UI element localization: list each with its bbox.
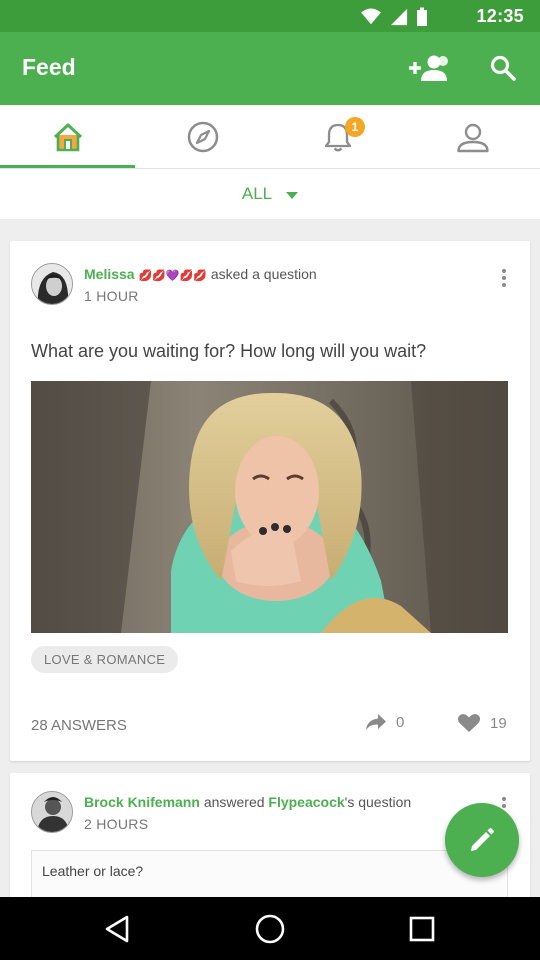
tab-bar: 1 <box>0 105 540 169</box>
chevron-down-icon <box>286 191 299 199</box>
author-name[interactable]: Brock Knifemann <box>84 794 200 810</box>
avatar-image <box>32 264 72 304</box>
more-vert-icon <box>502 797 506 801</box>
profile-icon <box>456 123 489 152</box>
author-name[interactable]: Melissa <box>84 266 135 282</box>
filter-label: ALL <box>241 184 273 203</box>
tab-home[interactable] <box>0 105 135 168</box>
answers-count[interactable]: 28 ANSWERS <box>31 717 127 734</box>
post-time: 2 HOURS <box>84 816 149 832</box>
compass-icon <box>187 121 218 152</box>
recents-icon <box>409 916 435 942</box>
signal-icon <box>390 8 408 26</box>
tab-active-indicator <box>0 165 135 168</box>
search-button[interactable] <box>480 46 526 90</box>
question-owner-name[interactable]: Flypeacock <box>268 794 344 810</box>
app-bar: Feed <box>0 32 540 105</box>
share-button[interactable]: 0 <box>365 713 404 731</box>
card-byline: Melissa 💋💋💜💋💋 asked a question <box>84 266 317 282</box>
byline-suffix: 's question <box>344 794 412 810</box>
filter-dropdown[interactable]: ALL <box>0 169 540 219</box>
feed-list[interactable]: Melissa 💋💋💜💋💋 asked a question 1 HOUR Wh… <box>0 219 540 897</box>
system-nav-bar <box>0 897 540 960</box>
author-emojis: 💋💋💜💋💋 <box>138 270 207 282</box>
feed-card[interactable]: Melissa 💋💋💜💋💋 asked a question 1 HOUR Wh… <box>10 241 530 761</box>
tab-notifications[interactable]: 1 <box>270 105 405 168</box>
post-time: 1 HOUR <box>84 288 139 304</box>
wifi-icon <box>361 8 381 25</box>
post-image[interactable] <box>31 381 508 633</box>
heart-icon <box>457 714 481 732</box>
share-icon <box>366 714 386 730</box>
share-count: 0 <box>396 713 405 731</box>
status-bar: 12:35 <box>0 0 540 32</box>
question-text[interactable]: What are you waiting for? How long will … <box>31 341 426 362</box>
notification-badge: 1 <box>345 117 365 137</box>
status-time: 12:35 <box>476 6 524 26</box>
compose-button[interactable] <box>445 803 519 877</box>
add-friends-icon <box>409 55 448 81</box>
byline-action: answered <box>203 794 265 810</box>
tab-explore[interactable] <box>135 105 270 168</box>
topic-tag[interactable]: LOVE & ROMANCE <box>31 646 179 673</box>
like-count: 19 <box>490 714 507 732</box>
more-vert-icon <box>502 269 506 273</box>
card-byline: Brock Knifemann answered Flypeacock's qu… <box>84 794 411 810</box>
back-button[interactable] <box>97 909 137 949</box>
byline-action: asked a question <box>210 266 317 282</box>
home-icon <box>53 123 82 151</box>
like-button[interactable]: 19 <box>457 713 507 733</box>
add-friends-button[interactable] <box>406 46 452 90</box>
question-text[interactable]: Leather or lace? <box>31 850 508 897</box>
search-icon <box>490 55 516 81</box>
avatar-image <box>32 792 72 832</box>
battery-icon <box>417 7 427 26</box>
avatar[interactable] <box>31 263 73 305</box>
post-image-photo <box>31 381 508 633</box>
page-title: Feed <box>22 54 76 80</box>
home-circle-icon <box>255 914 285 944</box>
recents-button[interactable] <box>402 909 442 949</box>
back-icon <box>105 915 129 943</box>
status-icons <box>360 7 428 27</box>
avatar[interactable] <box>31 791 73 833</box>
home-nav-button[interactable] <box>250 909 290 949</box>
more-options-button[interactable] <box>496 265 512 291</box>
pencil-icon <box>471 828 494 851</box>
tab-profile[interactable] <box>405 105 540 168</box>
